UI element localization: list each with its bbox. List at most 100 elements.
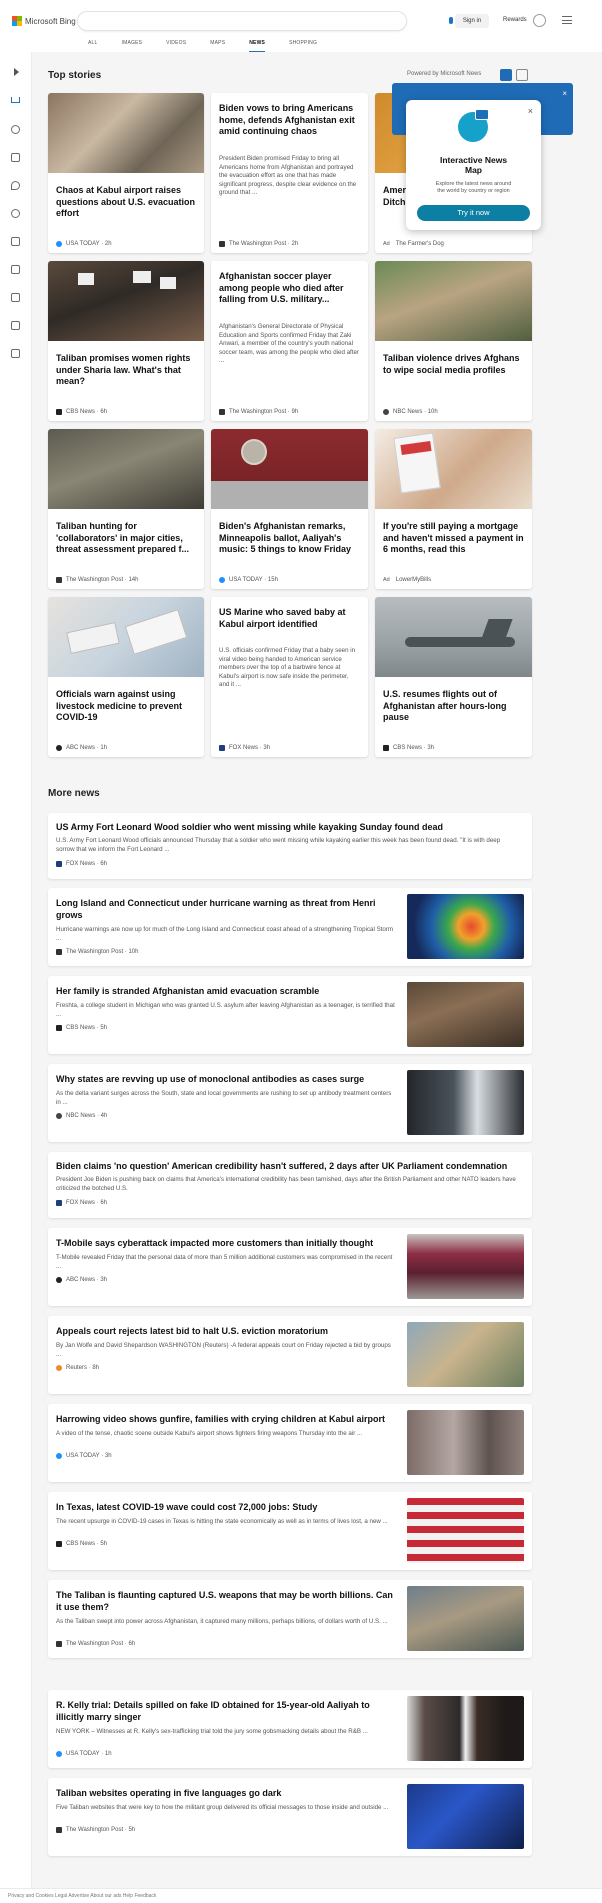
search-input[interactable] <box>78 14 358 33</box>
story-title: Biden vows to bring Americans home, defe… <box>219 103 355 136</box>
story-image <box>375 597 532 677</box>
top-stories-heading: Top stories <box>48 70 102 81</box>
news-item[interactable]: T-Mobile says cyberattack impacted more … <box>48 1228 532 1306</box>
nbc-logo-icon <box>383 409 389 415</box>
news-item[interactable]: Appeals court rejects latest bid to halt… <box>48 1316 532 1394</box>
story-card[interactable]: US Marine who saved baby at Kabul airpor… <box>211 597 368 757</box>
story-source: NBC News · 10h <box>383 409 438 415</box>
story-source: USA TODAY · 15h <box>219 577 278 583</box>
bing-logo[interactable]: Microsoft Bing <box>12 15 76 27</box>
story-description: Afghanistan's General Directorate of Phy… <box>219 323 359 365</box>
story-title: U.S. resumes flights out of Afghanistan … <box>383 689 507 722</box>
sign-in-button[interactable]: Sign in <box>455 14 489 28</box>
story-card[interactable]: Taliban promises women rights under Shar… <box>48 261 204 421</box>
story-card[interactable]: Chaos at Kabul airport raises questions … <box>48 93 204 253</box>
map-view-icon[interactable] <box>516 69 528 81</box>
story-card[interactable]: Officials warn against using livestock m… <box>48 597 204 757</box>
news-source: USA TODAY · 1h <box>56 1751 112 1757</box>
try-it-now-button[interactable]: Try it now <box>417 205 530 221</box>
science-icon[interactable] <box>11 265 20 274</box>
abc-logo-icon <box>56 745 62 751</box>
ad-card[interactable]: If you're still paying a mortgage and ha… <box>375 429 532 589</box>
news-item[interactable]: Long Island and Connecticut under hurric… <box>48 888 532 966</box>
tab-images[interactable]: IMAGES <box>122 40 143 52</box>
flag-icon[interactable] <box>11 153 20 162</box>
category-sidebar <box>0 52 32 1903</box>
story-card[interactable]: Biden's Afghanistan remarks, Minneapolis… <box>211 429 368 589</box>
search-box[interactable] <box>78 12 472 33</box>
news-item[interactable]: In Texas, latest COVID-19 wave could cos… <box>48 1492 532 1570</box>
story-title: Officials warn against using livestock m… <box>56 689 183 722</box>
news-item[interactable]: Biden claims 'no question' American cred… <box>48 1152 532 1218</box>
business-icon[interactable] <box>11 321 20 330</box>
news-description: A video of the tense, chaotic scene outs… <box>56 1430 363 1437</box>
tab-maps[interactable]: MAPS <box>210 40 225 52</box>
wapo-logo-icon <box>56 1641 62 1647</box>
story-card[interactable]: Taliban violence drives Afghans to wipe … <box>375 261 532 421</box>
news-title: In Texas, latest COVID-19 wave could cos… <box>56 1502 318 1512</box>
top-bar: Microsoft Bing Sign in Rewards ALL IMAGE… <box>0 0 602 52</box>
news-item[interactable]: Her family is stranded Afghanistan amid … <box>48 976 532 1054</box>
home-icon[interactable] <box>11 97 20 103</box>
news-item[interactable]: US Army Fort Leonard Wood soldier who we… <box>48 813 532 879</box>
news-item[interactable]: Harrowing video shows gunfire, families … <box>48 1404 532 1482</box>
cbs-logo-icon <box>383 745 389 751</box>
expand-sidebar-icon[interactable] <box>14 68 19 76</box>
globe-icon[interactable] <box>11 209 20 218</box>
microsoft-logo-icon <box>12 16 22 26</box>
news-thumbnail <box>407 1696 524 1761</box>
news-item[interactable]: Why states are revving up use of monoclo… <box>48 1064 532 1142</box>
grid-view-icon[interactable] <box>500 69 512 81</box>
tab-all[interactable]: ALL <box>88 40 98 52</box>
menu-icon[interactable] <box>562 16 572 24</box>
story-source: CBS News · 6h <box>56 409 107 415</box>
cbs-logo-icon <box>56 409 62 415</box>
more-news-heading: More news <box>48 788 100 799</box>
news-item[interactable]: Taliban websites operating in five langu… <box>48 1778 532 1856</box>
news-description: The recent upsurge in COVID-19 cases in … <box>56 1518 388 1525</box>
entertainment-icon[interactable] <box>11 293 20 302</box>
story-card[interactable]: U.S. resumes flights out of Afghanistan … <box>375 597 532 757</box>
close-icon[interactable]: × <box>528 106 533 116</box>
cbs-logo-icon <box>56 1025 62 1031</box>
close-icon[interactable]: × <box>562 89 567 98</box>
story-card[interactable]: Afghanistan soccer player among people w… <box>211 261 368 421</box>
news-source: FOX News · 6h <box>56 861 107 867</box>
story-card[interactable]: Biden vows to bring Americans home, defe… <box>211 93 368 253</box>
wapo-logo-icon <box>56 1827 62 1833</box>
news-description: Freshta, a college student in Michigan w… <box>56 1002 395 1018</box>
footer[interactable]: Privacy and Cookies Legal Advertise Abou… <box>0 1888 602 1903</box>
story-title: Taliban violence drives Afghans to wipe … <box>383 353 520 375</box>
wapo-logo-icon <box>219 409 225 415</box>
story-title: US Marine who saved baby at Kabul airpor… <box>219 607 346 629</box>
story-source: ABC News · 1h <box>56 745 107 751</box>
trending-icon[interactable] <box>11 125 20 134</box>
microphone-icon[interactable] <box>449 17 453 24</box>
news-description: T-Mobile revealed Friday that the person… <box>56 1254 393 1270</box>
tab-news[interactable]: NEWS <box>249 40 266 52</box>
news-item[interactable]: The Taliban is flaunting captured U.S. w… <box>48 1580 532 1658</box>
news-item[interactable]: R. Kelly trial: Details spilled on fake … <box>48 1690 532 1768</box>
nbc-logo-icon <box>56 1113 62 1119</box>
news-thumbnail <box>407 982 524 1047</box>
story-title: Taliban hunting for 'collaborators' in m… <box>56 521 190 554</box>
location-icon[interactable] <box>11 181 20 190</box>
popup-title-line2: Map <box>465 165 482 175</box>
story-source: The Washington Post · 9h <box>219 409 298 415</box>
popup-desc-line2: the world by country or region <box>437 188 510 194</box>
news-thumbnail <box>407 1498 524 1563</box>
news-description: As the delta variant surges across the S… <box>56 1090 392 1106</box>
tab-videos[interactable]: VIDEOS <box>166 40 186 52</box>
interactive-map-popup: × Interactive News Map Explore the lates… <box>406 100 541 230</box>
tab-shopping[interactable]: SHOPPING <box>289 40 317 52</box>
rewards-link[interactable]: Rewards <box>503 17 527 23</box>
story-source: The Washington Post · 2h <box>219 241 298 247</box>
money-icon[interactable] <box>11 349 20 358</box>
rewards-trophy-icon[interactable] <box>533 14 546 27</box>
usa-today-logo-icon <box>56 1751 62 1757</box>
politics-icon[interactable] <box>11 237 20 246</box>
story-image <box>375 261 532 341</box>
story-card[interactable]: Taliban hunting for 'collaborators' in m… <box>48 429 204 589</box>
news-source: FOX News · 6h <box>56 1200 107 1206</box>
story-source: USA TODAY · 2h <box>56 241 112 247</box>
